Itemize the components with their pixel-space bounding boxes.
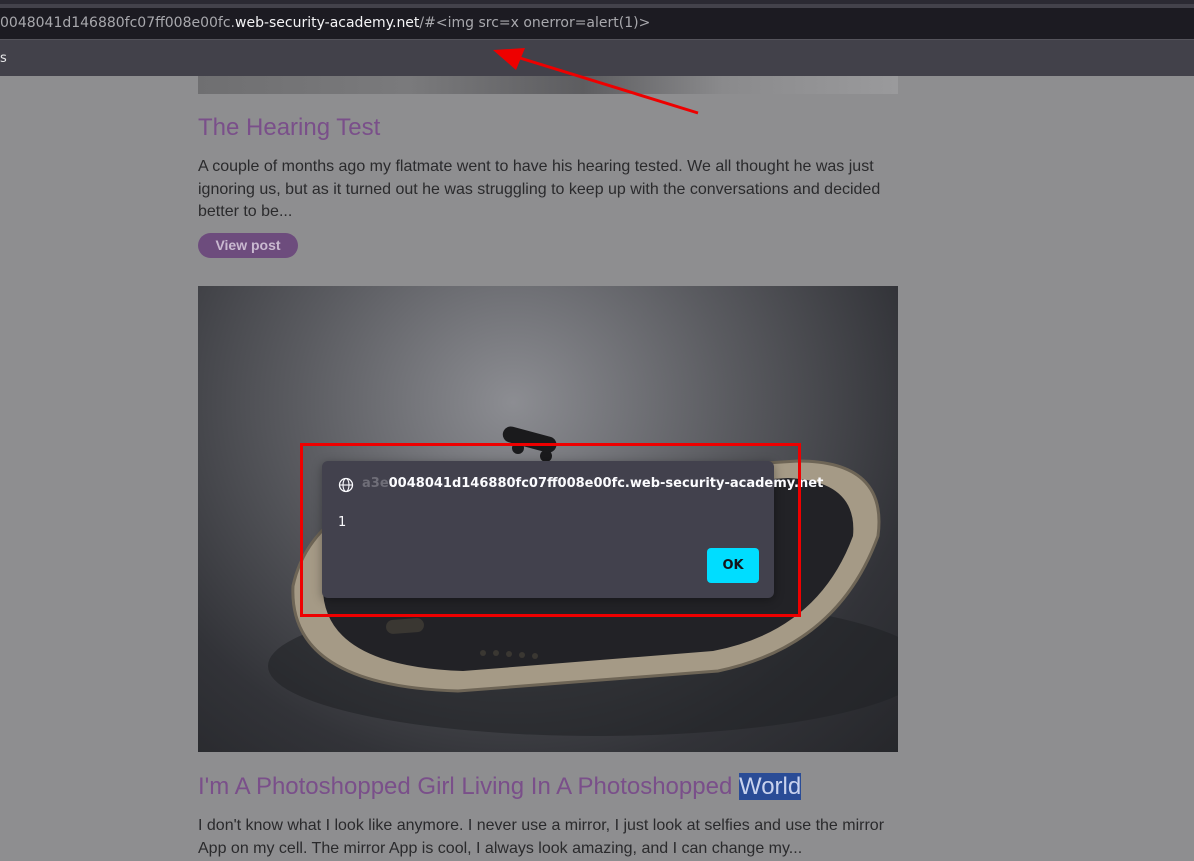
dialog-origin: a3e0048041d146880fc07ff008e00fc.web-secu… [362, 476, 823, 491]
alert-dialog: a3e0048041d146880fc07ff008e00fc.web-secu… [322, 461, 823, 598]
view-post-button[interactable]: View post [198, 233, 298, 258]
post-image[interactable] [198, 76, 898, 94]
url-path: /#<img src=x onerror=alert(1)> [419, 15, 651, 31]
dialog-origin-host: 0048041d146880fc07ff008e00fc.web-securit… [388, 476, 824, 491]
selected-text: World [738, 773, 802, 800]
dialog-origin-faded: a3e [362, 476, 389, 491]
bookmarks-item[interactable]: s [0, 51, 7, 66]
post-title[interactable]: The Hearing Test [198, 114, 380, 142]
globe-icon [338, 477, 354, 493]
url-prefix: 0048041d146880fc07ff008e00fc. [0, 15, 235, 31]
post-title[interactable]: I'm A Photoshopped Girl Living In A Phot… [198, 773, 802, 801]
dialog-message: 1 [338, 515, 347, 530]
address-bar[interactable]: 0048041d146880fc07ff008e00fc.web-securit… [0, 8, 1194, 40]
browser-tab-strip [0, 0, 1194, 8]
post-excerpt: I don't know what I look like anymore. I… [198, 817, 885, 857]
url-host: web-security-academy.net [235, 15, 420, 31]
post-excerpt: A couple of months ago my flatmate went … [198, 158, 881, 220]
ok-button[interactable]: OK [707, 548, 759, 583]
bookmarks-toolbar: s [0, 40, 1194, 76]
post-title-text: I'm A Photoshopped Girl Living In A Phot… [198, 773, 739, 800]
